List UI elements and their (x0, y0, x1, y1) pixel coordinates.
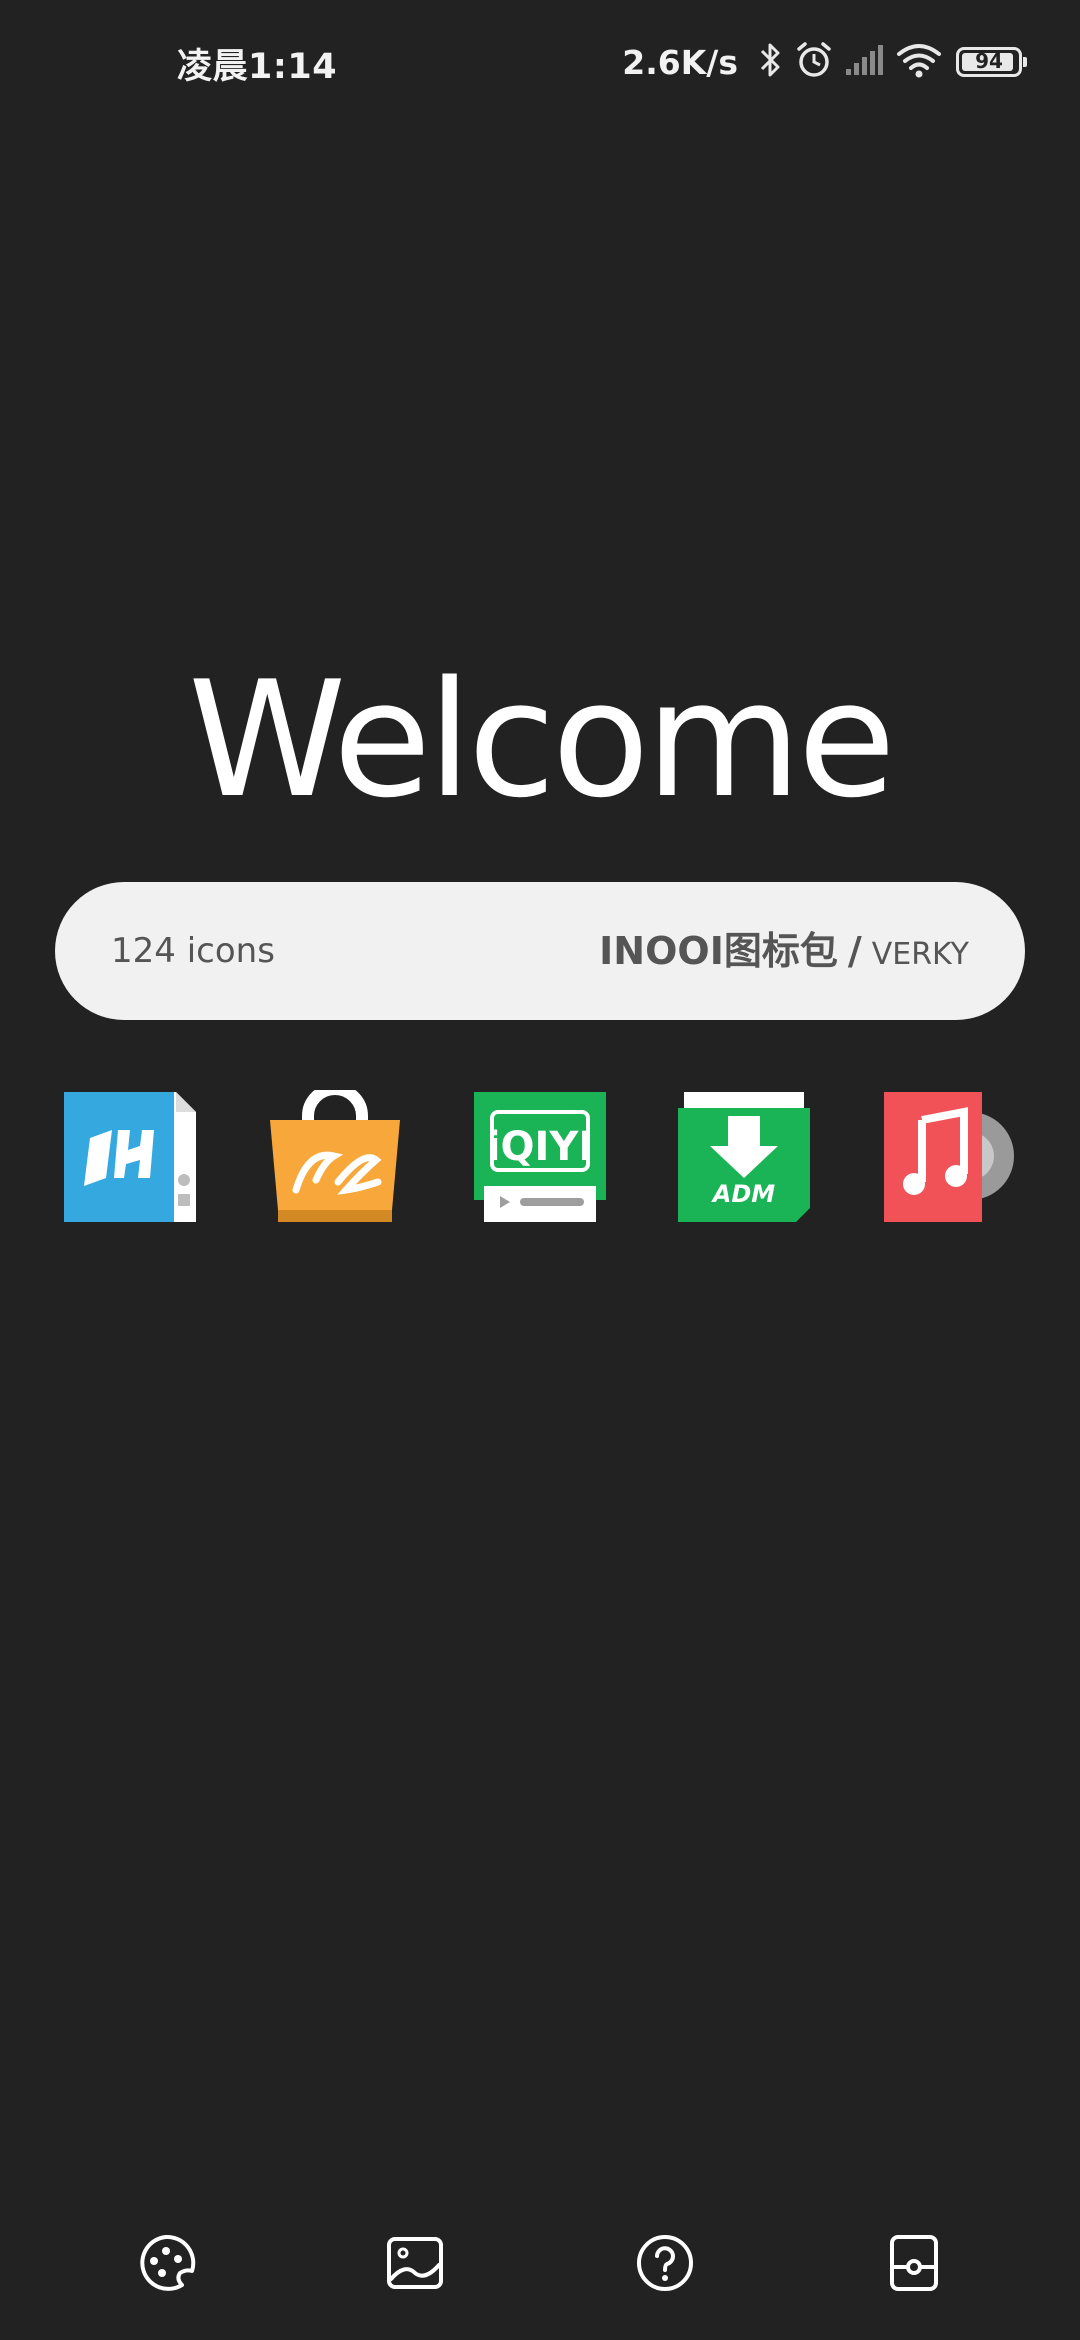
preview-icons-row: iQIYI ADM (0, 1083, 1080, 1225)
pack-name: INOOI图标包 (599, 929, 838, 973)
bluetooth-icon (758, 41, 784, 83)
question-icon (635, 2233, 695, 2297)
palette-icon (136, 2233, 196, 2297)
status-bar: 凌晨1:14 2.6K/s 94 (0, 0, 1080, 125)
welcome-title: Welcome (188, 646, 896, 833)
wps-app-icon[interactable] (64, 1090, 199, 1225)
battery-level: 94 (975, 49, 1003, 73)
battery-tip (1023, 57, 1027, 67)
iqiyi-app-icon[interactable]: iQIYI (474, 1090, 609, 1225)
svg-text:iQIYI: iQIYI (487, 1124, 593, 1170)
wifi-icon (896, 42, 942, 82)
pack-separator: / (847, 929, 862, 973)
signal-icon (844, 43, 886, 81)
adm-download-app-icon[interactable]: ADM (678, 1090, 813, 1225)
image-icon (385, 2233, 445, 2297)
nav-wallpapers-button[interactable] (375, 2225, 455, 2305)
network-speed: 2.6K/s (622, 42, 738, 82)
alarm-icon (794, 40, 834, 84)
icon-count: 124 icons (111, 931, 275, 971)
nav-apply-button[interactable] (874, 2225, 954, 2305)
bottom-navigation (0, 2225, 1080, 2335)
icon-pack-info-card[interactable]: 124 icons INOOI图标包 / VERKY (55, 882, 1025, 1020)
nav-help-button[interactable] (625, 2225, 705, 2305)
music-app-icon[interactable] (884, 1090, 1019, 1225)
pack-author: VERKY (871, 937, 969, 972)
battery-icon: 94 (956, 47, 1027, 77)
pack-title: INOOI图标包 / VERKY (599, 882, 969, 1028)
svg-text:ADM: ADM (711, 1180, 775, 1208)
phone-icon (884, 2233, 944, 2297)
aliexpress-app-icon[interactable] (268, 1083, 403, 1225)
status-time: 凌晨1:14 (177, 47, 338, 87)
status-indicators: 2.6K/s 94 (622, 36, 1027, 88)
nav-icons-button[interactable] (126, 2225, 206, 2305)
